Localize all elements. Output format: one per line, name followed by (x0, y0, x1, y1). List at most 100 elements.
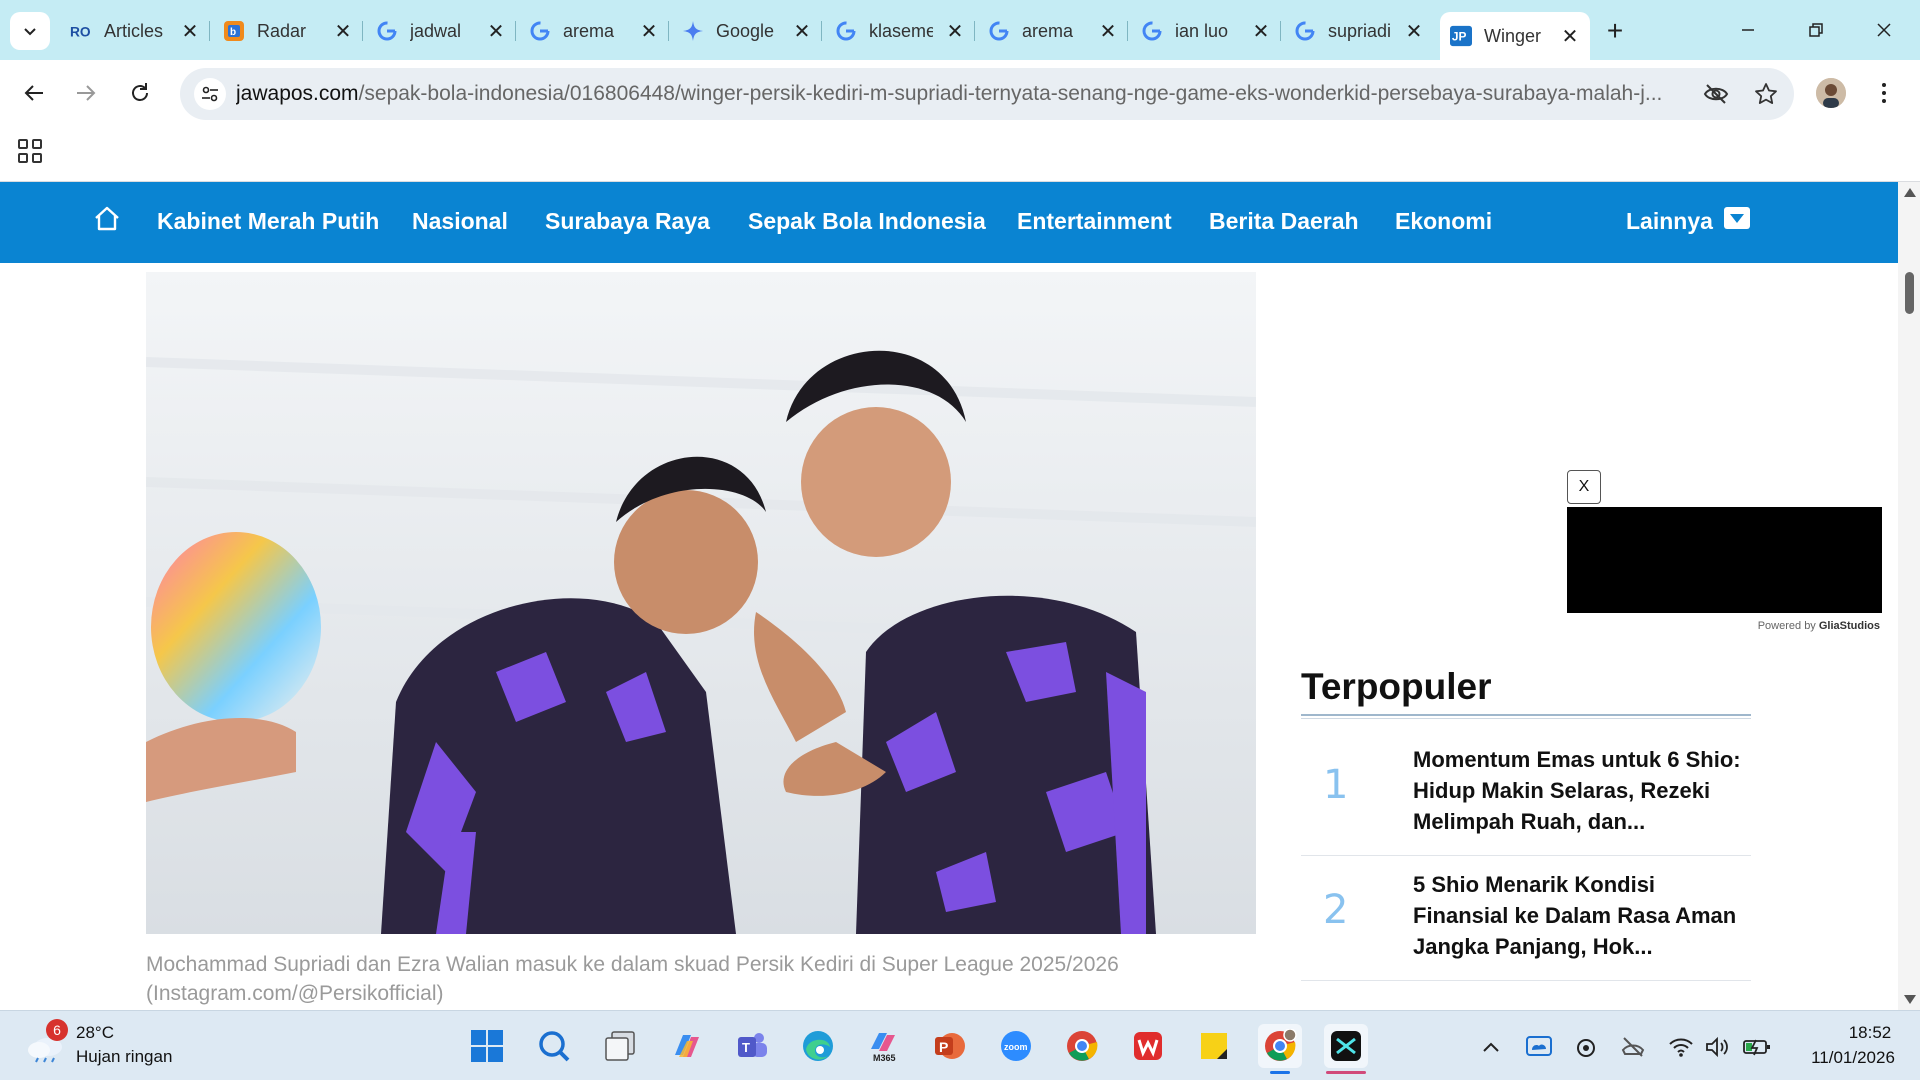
close-icon[interactable]: ✕ (180, 19, 200, 44)
search-icon[interactable] (532, 1024, 576, 1068)
close-icon[interactable]: ✕ (1560, 24, 1580, 49)
network-disabled-icon[interactable] (1618, 1033, 1648, 1061)
tab-strip: RO Articles ✕ b Radar ✕ jadwal ✕ arema ✕… (0, 0, 1920, 60)
close-icon[interactable]: ✕ (486, 19, 506, 44)
ad-video-player[interactable] (1567, 507, 1882, 613)
chrome-icon[interactable] (1060, 1024, 1104, 1068)
tab-radar[interactable]: b Radar ✕ (213, 12, 363, 50)
profile-avatar[interactable] (1816, 78, 1846, 108)
edge-icon[interactable] (796, 1024, 840, 1068)
tab-ian-luo[interactable]: ian luo ✕ (1131, 12, 1281, 50)
windows-start-icon[interactable] (465, 1024, 509, 1068)
close-icon[interactable]: ✕ (333, 19, 353, 44)
tab-arema-2[interactable]: arema ✕ (978, 12, 1128, 50)
url-text[interactable]: jawapos.com/sepak-bola-indonesia/0168064… (236, 82, 1676, 106)
scroll-thumb[interactable] (1905, 272, 1914, 314)
clock-time[interactable]: 18:52 (1830, 1023, 1910, 1043)
nav-nasional[interactable]: Nasional (412, 208, 508, 235)
popular-title-link[interactable]: 5 Shio Menarik Kondisi Finansial ke Dala… (1413, 869, 1743, 962)
teams-icon[interactable]: T (730, 1024, 774, 1068)
location-icon[interactable] (1571, 1033, 1601, 1061)
arrow-right-icon (77, 85, 96, 101)
volume-icon[interactable] (1702, 1033, 1732, 1061)
forward-button[interactable] (66, 73, 106, 113)
back-button[interactable] (14, 73, 54, 113)
nav-lainnya[interactable]: Lainnya (1626, 208, 1713, 235)
popular-title-link[interactable]: Momentum Emas untuk 6 Shio: Hidup Makin … (1413, 744, 1743, 837)
sticky-notes-icon[interactable] (1192, 1024, 1236, 1068)
page-scrollbar[interactable] (1898, 182, 1920, 1010)
tab-search-button[interactable] (10, 12, 50, 50)
close-icon[interactable]: ✕ (792, 19, 812, 44)
site-info-button[interactable] (194, 78, 226, 110)
browser-menu-button[interactable] (1874, 76, 1894, 110)
address-bar[interactable]: jawapos.com/sepak-bola-indonesia/0168064… (180, 68, 1794, 120)
popular-rank: 1 (1323, 762, 1349, 808)
m365-icon[interactable]: M365 (862, 1024, 906, 1068)
close-window-button[interactable] (1860, 12, 1908, 48)
battery-charging-icon[interactable] (1742, 1033, 1772, 1061)
article-hero-image (146, 272, 1256, 934)
tab-label: Radar (257, 20, 307, 41)
caret-down-icon[interactable] (1724, 207, 1750, 229)
nav-berita-daerah[interactable]: Berita Daerah (1209, 208, 1359, 235)
tab-articles[interactable]: RO Articles ✕ (60, 12, 210, 50)
page-viewport: Kabinet Merah Putih Nasional Surabaya Ra… (0, 182, 1920, 1010)
home-icon[interactable] (92, 204, 122, 234)
site-navigation: Kabinet Merah Putih Nasional Surabaya Ra… (0, 182, 1898, 263)
close-icon[interactable]: ✕ (1098, 19, 1118, 44)
zoom-icon[interactable]: zoom (994, 1024, 1038, 1068)
minimize-button[interactable] (1724, 12, 1772, 48)
bookmark-star-icon[interactable] (1752, 80, 1780, 108)
google-favicon-icon (1294, 20, 1316, 42)
task-view-icon[interactable] (598, 1024, 642, 1068)
chrome-profile-icon[interactable] (1258, 1024, 1302, 1074)
tab-jadwal[interactable]: jadwal ✕ (366, 12, 516, 50)
onedrive-icon[interactable] (1524, 1033, 1554, 1061)
powerpoint-icon[interactable]: P (928, 1024, 972, 1068)
ad-close-button[interactable]: X (1567, 470, 1601, 504)
google-favicon-icon (835, 20, 857, 42)
restore-button[interactable] (1792, 12, 1840, 48)
google-favicon-icon (376, 20, 398, 42)
nav-ekonomi[interactable]: Ekonomi (1395, 208, 1492, 235)
gemini-favicon-icon (682, 20, 704, 42)
tab-gemini[interactable]: Google ✕ (672, 12, 822, 50)
tab-arema-1[interactable]: arema ✕ (519, 12, 669, 50)
nav-kabinet-merah-putih[interactable]: Kabinet Merah Putih (157, 208, 379, 235)
scroll-up-arrow-icon[interactable] (1904, 188, 1916, 197)
reload-button[interactable] (120, 73, 160, 113)
arrow-left-icon (24, 85, 43, 101)
close-icon[interactable]: ✕ (639, 19, 659, 44)
restore-icon (1809, 23, 1823, 37)
eye-off-icon[interactable] (1702, 80, 1730, 108)
capcut-icon[interactable] (1324, 1024, 1368, 1074)
apps-grid-icon[interactable] (18, 139, 42, 163)
weather-description[interactable]: Hujan ringan (76, 1047, 172, 1067)
svg-text:M365: M365 (873, 1053, 896, 1063)
svg-text:RO: RO (70, 25, 91, 40)
tab-label: ian luo (1175, 20, 1229, 41)
tab-klasemen[interactable]: klasemen ✕ (825, 12, 975, 50)
weather-temperature[interactable]: 28°C (76, 1023, 114, 1043)
popular-item[interactable]: 2 5 Shio Menarik Kondisi Finansial ke Da… (1301, 857, 1751, 981)
close-icon[interactable]: ✕ (945, 19, 965, 44)
close-icon[interactable]: ✕ (1251, 19, 1271, 44)
wps-office-icon[interactable] (1126, 1024, 1170, 1068)
tab-supriadi[interactable]: supriadi ✕ (1284, 12, 1434, 50)
new-tab-button[interactable]: + (1598, 14, 1632, 48)
scroll-down-arrow-icon[interactable] (1904, 995, 1916, 1004)
nav-entertainment[interactable]: Entertainment (1017, 208, 1172, 235)
clock-date[interactable]: 11/01/2026 (1796, 1048, 1910, 1068)
chevron-up-icon[interactable] (1476, 1033, 1506, 1061)
close-icon[interactable]: ✕ (1404, 19, 1424, 44)
popular-item[interactable]: 1 Momentum Emas untuk 6 Shio: Hidup Maki… (1301, 732, 1751, 856)
nav-surabaya-raya[interactable]: Surabaya Raya (545, 208, 710, 235)
wifi-icon[interactable] (1666, 1033, 1696, 1061)
tab-winger-active[interactable]: JP Winger ✕ (1440, 12, 1590, 60)
nav-sepak-bola-indonesia[interactable]: Sepak Bola Indonesia (748, 208, 986, 235)
jawapos-favicon-icon: JP (1450, 25, 1472, 47)
chevron-down-icon (24, 28, 36, 36)
windows-taskbar: 6 28°C Hujan ringan T M365 P zoom 18:52 … (0, 1010, 1920, 1080)
copilot-icon[interactable] (664, 1024, 708, 1068)
